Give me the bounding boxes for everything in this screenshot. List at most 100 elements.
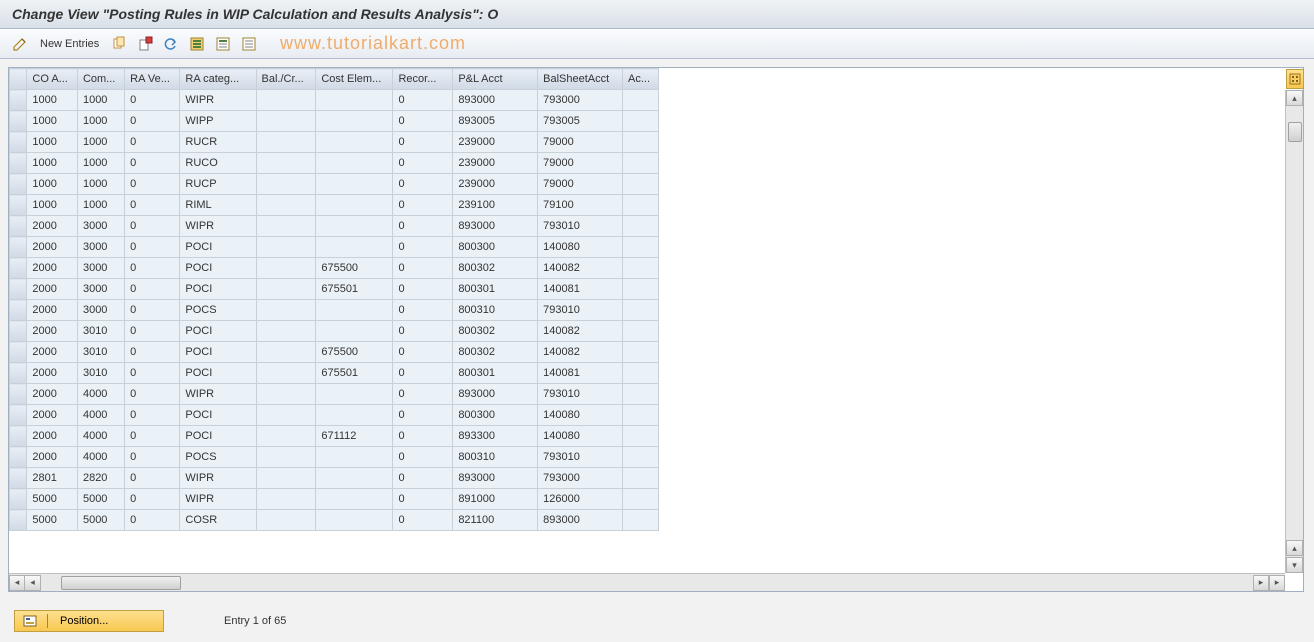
row-handle[interactable] bbox=[10, 111, 27, 132]
cell-com[interactable]: 3000 bbox=[77, 279, 124, 300]
table-row[interactable]: 200040000POCS0800310793010 bbox=[10, 447, 659, 468]
cell-bal[interactable] bbox=[256, 174, 316, 195]
cell-ac[interactable] bbox=[623, 321, 659, 342]
cell-coa[interactable]: 1000 bbox=[27, 111, 78, 132]
cell-pl[interactable]: 239100 bbox=[453, 195, 538, 216]
cell-rav[interactable]: 0 bbox=[125, 321, 180, 342]
cell-coa[interactable]: 5000 bbox=[27, 510, 78, 531]
table-row[interactable]: 200030100POCI0800302140082 bbox=[10, 321, 659, 342]
table-row[interactable]: 100010000WIPR0893000793000 bbox=[10, 90, 659, 111]
cell-rav[interactable]: 0 bbox=[125, 489, 180, 510]
cell-bs[interactable]: 140081 bbox=[538, 279, 623, 300]
cell-pl[interactable]: 800302 bbox=[453, 321, 538, 342]
scroll-right-page-icon[interactable]: ▸ bbox=[1253, 575, 1269, 591]
cell-coa[interactable]: 2801 bbox=[27, 468, 78, 489]
cell-ac[interactable] bbox=[623, 216, 659, 237]
scroll-thumb-v[interactable] bbox=[1288, 122, 1302, 142]
cell-com[interactable]: 1000 bbox=[77, 153, 124, 174]
cell-com[interactable]: 5000 bbox=[77, 489, 124, 510]
cell-bs[interactable]: 140080 bbox=[538, 405, 623, 426]
horizontal-scrollbar[interactable]: ◂ ◂ ▸ ▸ bbox=[9, 573, 1285, 591]
cell-rec[interactable]: 0 bbox=[393, 405, 453, 426]
cell-racat[interactable]: RIML bbox=[180, 195, 256, 216]
vertical-scrollbar[interactable]: ▴ ▴ ▾ bbox=[1285, 90, 1303, 573]
cell-cost[interactable]: 671112 bbox=[316, 426, 393, 447]
cell-rec[interactable]: 0 bbox=[393, 174, 453, 195]
table-row[interactable]: 100010000RUCP023900079000 bbox=[10, 174, 659, 195]
cell-rec[interactable]: 0 bbox=[393, 279, 453, 300]
cell-bal[interactable] bbox=[256, 405, 316, 426]
table-row[interactable]: 500050000COSR0821100893000 bbox=[10, 510, 659, 531]
row-handle[interactable] bbox=[10, 468, 27, 489]
cell-cost[interactable] bbox=[316, 90, 393, 111]
scroll-down-page-icon[interactable]: ▴ bbox=[1286, 540, 1303, 556]
cell-bal[interactable] bbox=[256, 384, 316, 405]
cell-rec[interactable]: 0 bbox=[393, 426, 453, 447]
row-handle[interactable] bbox=[10, 216, 27, 237]
cell-pl[interactable]: 893000 bbox=[453, 384, 538, 405]
cell-coa[interactable]: 2000 bbox=[27, 237, 78, 258]
row-handle[interactable] bbox=[10, 321, 27, 342]
cell-bal[interactable] bbox=[256, 342, 316, 363]
cell-bs[interactable]: 79000 bbox=[538, 132, 623, 153]
col-header-coa[interactable]: CO A... bbox=[27, 69, 78, 90]
cell-cost[interactable]: 675501 bbox=[316, 363, 393, 384]
scroll-left-page-icon[interactable]: ◂ bbox=[25, 575, 41, 591]
cell-rav[interactable]: 0 bbox=[125, 258, 180, 279]
cell-cost[interactable] bbox=[316, 468, 393, 489]
col-header-com[interactable]: Com... bbox=[77, 69, 124, 90]
cell-bs[interactable]: 793005 bbox=[538, 111, 623, 132]
cell-pl[interactable]: 800300 bbox=[453, 405, 538, 426]
row-handle[interactable] bbox=[10, 237, 27, 258]
toggle-edit-icon[interactable] bbox=[10, 34, 30, 54]
cell-coa[interactable]: 1000 bbox=[27, 132, 78, 153]
cell-com[interactable]: 1000 bbox=[77, 132, 124, 153]
cell-bs[interactable]: 793010 bbox=[538, 216, 623, 237]
cell-ac[interactable] bbox=[623, 195, 659, 216]
cell-ac[interactable] bbox=[623, 384, 659, 405]
cell-pl[interactable]: 800301 bbox=[453, 363, 538, 384]
row-handle[interactable] bbox=[10, 489, 27, 510]
scroll-left-icon[interactable]: ◂ bbox=[9, 575, 25, 591]
table-row[interactable]: 200030000POCI6755000800302140082 bbox=[10, 258, 659, 279]
cell-rav[interactable]: 0 bbox=[125, 405, 180, 426]
cell-rec[interactable]: 0 bbox=[393, 258, 453, 279]
cell-bs[interactable]: 140081 bbox=[538, 363, 623, 384]
cell-ac[interactable] bbox=[623, 510, 659, 531]
cell-coa[interactable]: 2000 bbox=[27, 321, 78, 342]
cell-pl[interactable]: 891000 bbox=[453, 489, 538, 510]
cell-bal[interactable] bbox=[256, 90, 316, 111]
cell-rav[interactable]: 0 bbox=[125, 216, 180, 237]
cell-rav[interactable]: 0 bbox=[125, 447, 180, 468]
col-header-cost[interactable]: Cost Elem... bbox=[316, 69, 393, 90]
table-row[interactable]: 280128200WIPR0893000793000 bbox=[10, 468, 659, 489]
cell-cost[interactable] bbox=[316, 384, 393, 405]
row-handle[interactable] bbox=[10, 447, 27, 468]
col-header-pl[interactable]: P&L Acct bbox=[453, 69, 538, 90]
table-row[interactable]: 100010000RIML023910079100 bbox=[10, 195, 659, 216]
position-button[interactable]: Position... bbox=[14, 610, 164, 632]
cell-racat[interactable]: POCI bbox=[180, 258, 256, 279]
cell-ac[interactable] bbox=[623, 111, 659, 132]
cell-coa[interactable]: 2000 bbox=[27, 258, 78, 279]
cell-coa[interactable]: 1000 bbox=[27, 153, 78, 174]
table-row[interactable]: 200030000WIPR0893000793010 bbox=[10, 216, 659, 237]
col-header-bs[interactable]: BalSheetAcct bbox=[538, 69, 623, 90]
row-handle[interactable] bbox=[10, 279, 27, 300]
table-row[interactable]: 100010000WIPP0893005793005 bbox=[10, 111, 659, 132]
cell-racat[interactable]: POCI bbox=[180, 279, 256, 300]
cell-racat[interactable]: POCI bbox=[180, 342, 256, 363]
cell-bs[interactable]: 79000 bbox=[538, 153, 623, 174]
cell-coa[interactable]: 2000 bbox=[27, 384, 78, 405]
cell-bs[interactable]: 126000 bbox=[538, 489, 623, 510]
cell-com[interactable]: 3000 bbox=[77, 216, 124, 237]
cell-racat[interactable]: WIPR bbox=[180, 384, 256, 405]
table-row[interactable]: 100010000RUCO023900079000 bbox=[10, 153, 659, 174]
cell-coa[interactable]: 2000 bbox=[27, 447, 78, 468]
col-header-racat[interactable]: RA categ... bbox=[180, 69, 256, 90]
cell-coa[interactable]: 2000 bbox=[27, 342, 78, 363]
row-handle[interactable] bbox=[10, 174, 27, 195]
cell-bs[interactable]: 79100 bbox=[538, 195, 623, 216]
cell-racat[interactable]: WIPP bbox=[180, 111, 256, 132]
cell-rav[interactable]: 0 bbox=[125, 510, 180, 531]
